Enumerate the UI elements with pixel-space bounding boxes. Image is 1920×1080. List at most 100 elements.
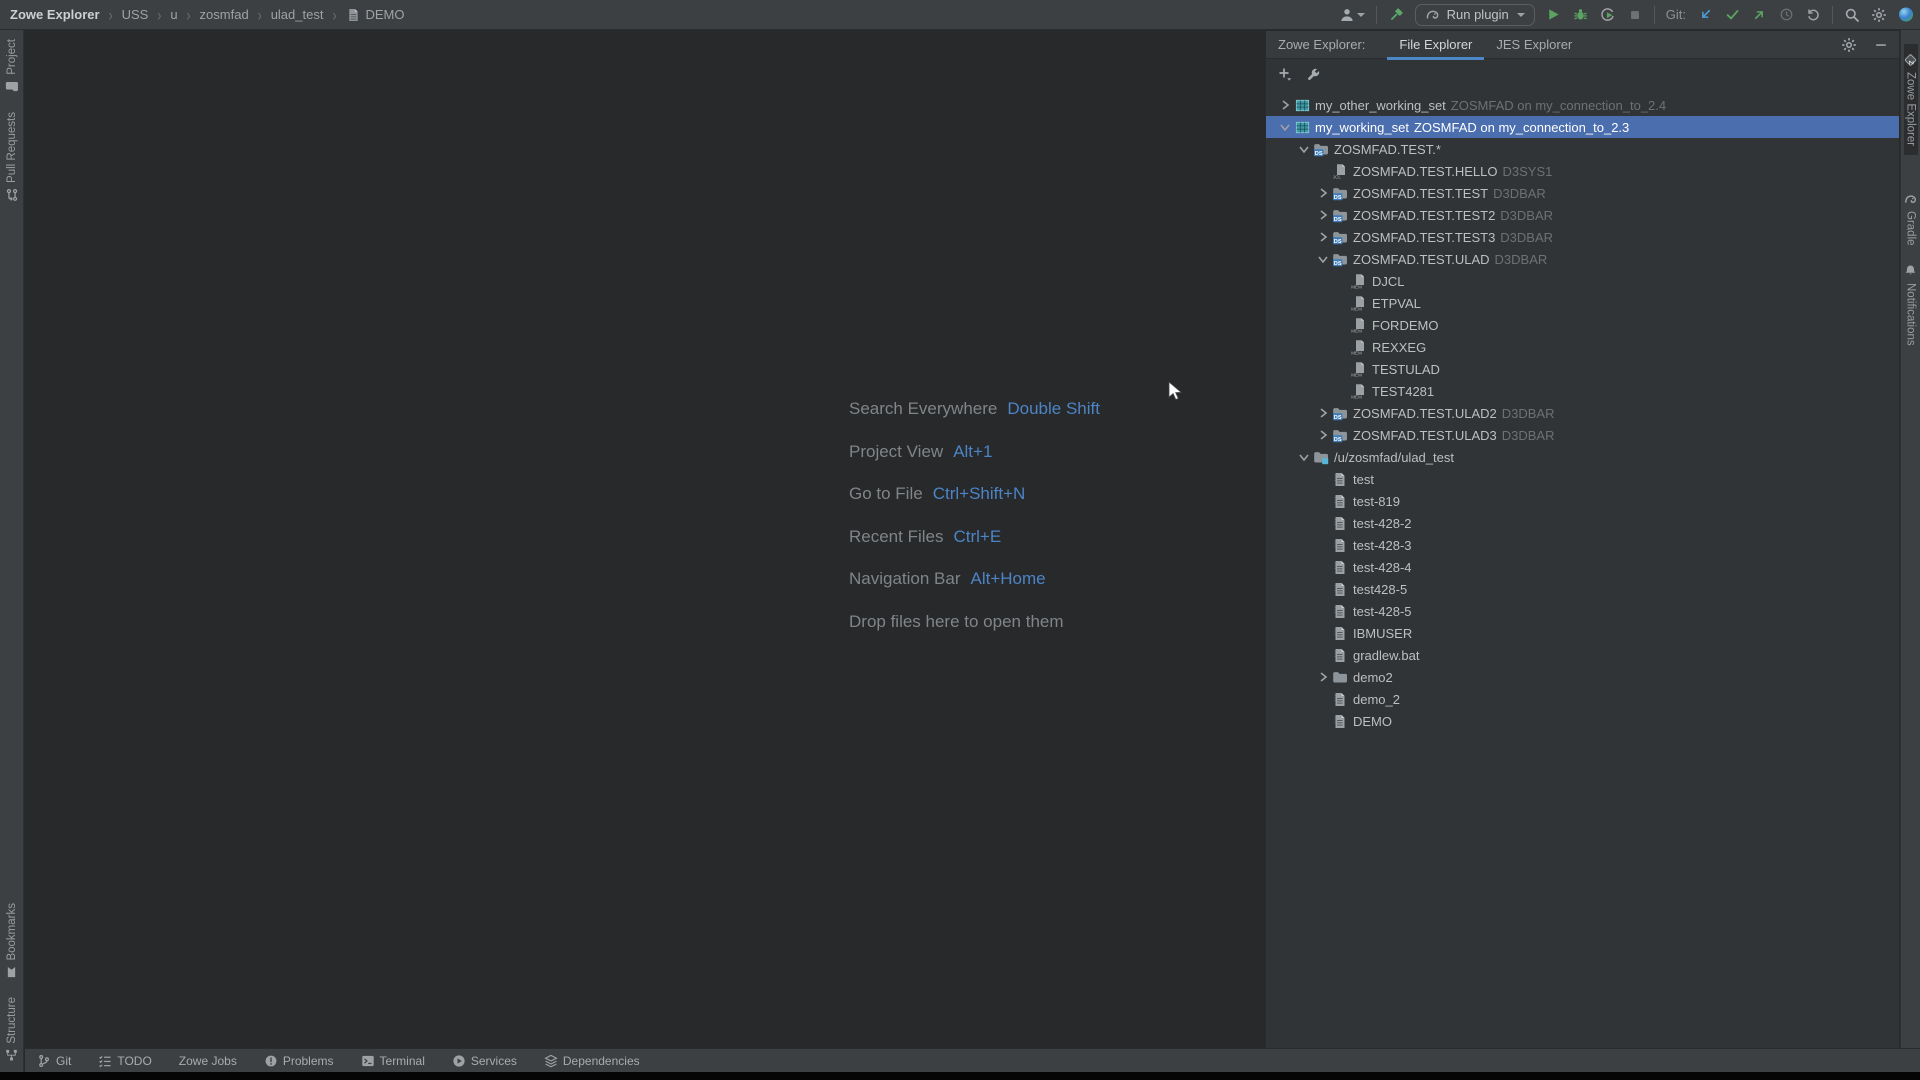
tree-row[interactable]: DSZOSMFAD.TEST.TEST3D3DBAR <box>1266 226 1899 248</box>
tree-row[interactable]: DEMO <box>1266 710 1899 732</box>
tree-row[interactable]: DSZOSMFAD.TEST.ULADD3DBAR <box>1266 248 1899 270</box>
stripe-item-zowe-explorer[interactable]: ZZowe Explorer <box>1904 44 1918 155</box>
statusbar-item-zowe-jobs[interactable]: Zowe Jobs <box>179 1054 237 1068</box>
tree-item-name: ZOSMFAD.TEST.ULAD2 <box>1353 406 1497 421</box>
chevron-right-icon[interactable] <box>1314 669 1332 685</box>
tree-row[interactable]: /u/zosmfad/ulad_test <box>1266 446 1899 468</box>
tree-item-tag: D3SYS1 <box>1502 164 1552 179</box>
chevron-right-icon[interactable] <box>1314 427 1332 443</box>
breadcrumb-item[interactable]: Zowe Explorer <box>10 7 100 22</box>
chevron-down-icon[interactable] <box>1295 141 1313 157</box>
stripe-item-pull-requests[interactable]: Pull Requests <box>5 103 19 211</box>
run-with-coverage-button[interactable] <box>1600 7 1616 23</box>
tree-row[interactable]: MEMDJCL <box>1266 270 1899 292</box>
git-history-button[interactable] <box>1778 7 1794 23</box>
breadcrumb-item[interactable]: ulad_test <box>271 7 324 22</box>
stripe-item-bookmarks[interactable]: Bookmarks <box>5 894 19 989</box>
chevron-right-icon[interactable] <box>1314 185 1332 201</box>
tree-row[interactable]: demo2 <box>1266 666 1899 688</box>
chevron-right-icon[interactable] <box>1314 207 1332 223</box>
stripe-item-project[interactable]: Project <box>5 30 19 103</box>
tree-row[interactable]: MEMFORDEMO <box>1266 314 1899 336</box>
settings-icon <box>1871 7 1887 23</box>
tree-item-name: my_other_working_set <box>1315 98 1446 113</box>
tree-item-name: ZOSMFAD.TEST.HELLO <box>1353 164 1497 179</box>
tree-row[interactable]: DSZOSMFAD.TEST.* <box>1266 138 1899 160</box>
statusbar-item-todo[interactable]: TODO <box>98 1054 151 1068</box>
tree-row[interactable]: JCLZOSMFAD.TEST.HELLOD3SYS1 <box>1266 160 1899 182</box>
text-file-icon <box>1332 471 1348 487</box>
tree-row[interactable]: MEMREXXEG <box>1266 336 1899 358</box>
tree-item-name: IBMUSER <box>1353 626 1412 641</box>
git-rollback-icon <box>1805 7 1821 23</box>
tree-row[interactable]: DSZOSMFAD.TEST.TESTD3DBAR <box>1266 182 1899 204</box>
git-rollback-button[interactable] <box>1805 7 1821 23</box>
panel-minimize-icon[interactable] <box>1873 37 1889 53</box>
tree-row[interactable]: gradlew.bat <box>1266 644 1899 666</box>
tree-row[interactable]: DSZOSMFAD.TEST.TEST2D3DBAR <box>1266 204 1899 226</box>
chevron-right-icon[interactable] <box>1276 97 1294 113</box>
shortcut-action-label: Recent Files <box>849 527 943 547</box>
panel-toolbar-wrench-icon[interactable] <box>1305 66 1321 82</box>
tree-row[interactable]: test-819 <box>1266 490 1899 512</box>
tree-row[interactable]: my_working_setZOSMFAD on my_connection_t… <box>1266 116 1899 138</box>
tab-jes-explorer[interactable]: JES Explorer <box>1484 31 1584 59</box>
breadcrumb-item[interactable]: u <box>170 7 177 22</box>
chevron-right-icon[interactable] <box>1314 405 1332 421</box>
tree-row[interactable]: MEMTEST4281 <box>1266 380 1899 402</box>
text-file-icon <box>1332 493 1348 509</box>
statusbar-label: TODO <box>117 1054 151 1068</box>
search-everywhere-button[interactable] <box>1844 7 1860 23</box>
git-update-button[interactable] <box>1697 7 1713 23</box>
stop-button[interactable] <box>1627 7 1643 23</box>
panel-settings-icon[interactable] <box>1841 37 1857 53</box>
tree-row[interactable]: demo_2 <box>1266 688 1899 710</box>
breadcrumb-item[interactable]: USS <box>122 7 149 22</box>
chevron-spacer <box>1314 713 1332 729</box>
chevron-right-icon[interactable] <box>1314 229 1332 245</box>
svg-text:DS: DS <box>1334 239 1342 245</box>
tab-file-explorer[interactable]: File Explorer <box>1387 31 1484 59</box>
tree-row[interactable]: test-428-3 <box>1266 534 1899 556</box>
chevron-down-icon[interactable] <box>1314 251 1332 267</box>
stripe-item-notifications[interactable]: Notifications <box>1904 255 1918 355</box>
statusbar-item-problems[interactable]: Problems <box>264 1054 334 1068</box>
statusbar-item-services[interactable]: Services <box>452 1054 517 1068</box>
panel-toolbar-add-icon[interactable] <box>1277 66 1293 82</box>
tree-row[interactable]: DSZOSMFAD.TEST.ULAD3D3DBAR <box>1266 424 1899 446</box>
tree-row[interactable]: test-428-4 <box>1266 556 1899 578</box>
tree-row[interactable]: test-428-2 <box>1266 512 1899 534</box>
chevron-down-icon[interactable] <box>1295 449 1313 465</box>
breadcrumb-item[interactable]: zosmfad <box>200 7 249 22</box>
chevron-down-icon[interactable] <box>1276 119 1294 135</box>
tree-row[interactable]: MEMETPVAL <box>1266 292 1899 314</box>
debug-button[interactable] <box>1573 7 1589 23</box>
tree-row[interactable]: test428-5 <box>1266 578 1899 600</box>
tree-row[interactable]: my_other_working_setZOSMFAD on my_connec… <box>1266 94 1899 116</box>
breadcrumb-item[interactable]: DEMO <box>345 7 404 23</box>
chevron-spacer <box>1314 603 1332 619</box>
tree-item-name: demo2 <box>1353 670 1393 685</box>
git-push-button[interactable] <box>1751 7 1767 23</box>
tree-row[interactable]: test-428-5 <box>1266 600 1899 622</box>
tree-row[interactable]: test <box>1266 468 1899 490</box>
member-file-icon: MEM <box>1351 383 1367 399</box>
editor-area[interactable]: Search EverywhereDouble ShiftProject Vie… <box>25 31 1266 1048</box>
user-menu-button[interactable] <box>1339 7 1365 23</box>
statusbar-item-dependencies[interactable]: Dependencies <box>544 1054 640 1068</box>
git-commit-button[interactable] <box>1724 7 1740 23</box>
build-button[interactable] <box>1388 7 1404 23</box>
tree-row[interactable]: MEMTESTULAD <box>1266 358 1899 380</box>
run-configuration-select[interactable]: Run plugin <box>1415 4 1535 26</box>
statusbar-item-terminal[interactable]: Terminal <box>361 1054 425 1068</box>
text-file-icon <box>1332 515 1348 531</box>
statusbar-item-git[interactable]: Git <box>37 1054 71 1068</box>
app-sphere-button[interactable] <box>1898 7 1914 23</box>
run-button[interactable] <box>1546 7 1562 23</box>
tree-row[interactable]: IBMUSER <box>1266 622 1899 644</box>
stripe-item-structure[interactable]: Structure <box>5 988 19 1072</box>
stripe-item-gradle[interactable]: Gradle <box>1904 183 1918 255</box>
tree-row[interactable]: DSZOSMFAD.TEST.ULAD2D3DBAR <box>1266 402 1899 424</box>
settings-button[interactable] <box>1871 7 1887 23</box>
gradle-icon <box>1425 7 1441 23</box>
